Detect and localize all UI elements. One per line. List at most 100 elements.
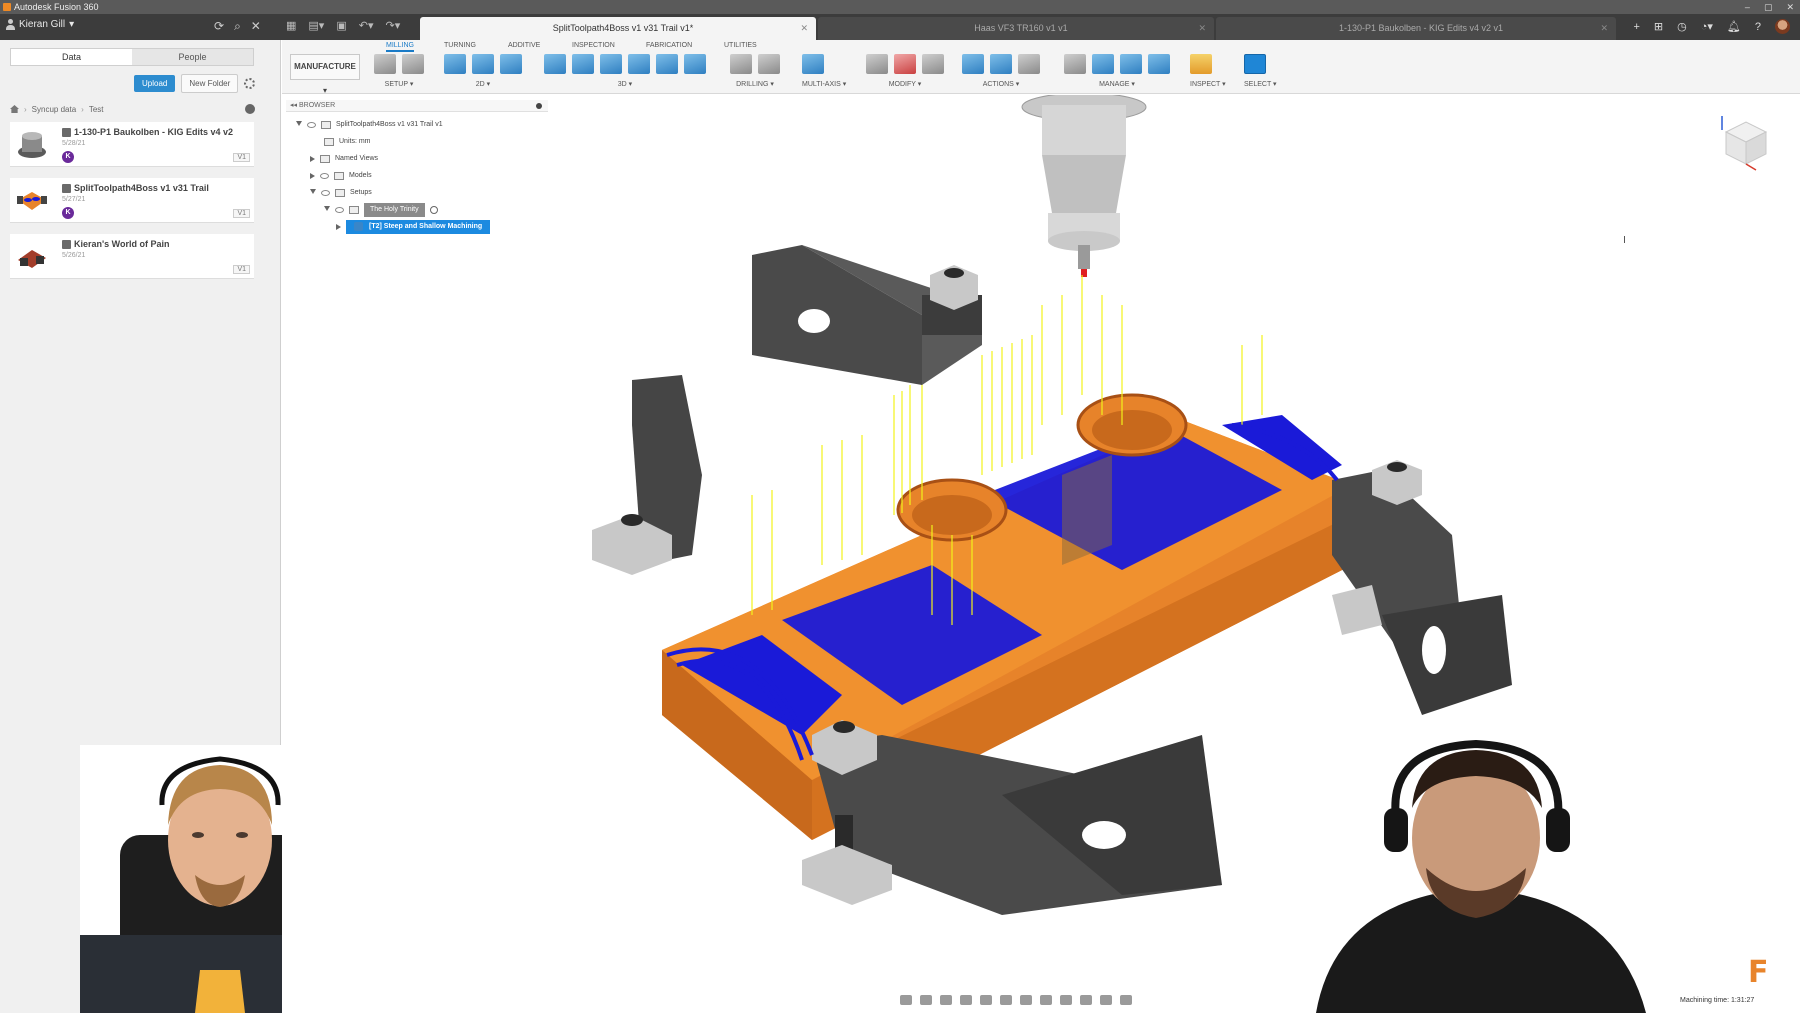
tab-document[interactable]: Haas VF3 TR160 v1 v1 ✕ [818,17,1214,40]
orbit-icon[interactable] [900,995,912,1005]
tree-setup[interactable]: The Holy Trinity [324,203,438,217]
expand-icon[interactable] [310,173,315,179]
delete-icon[interactable] [894,54,916,74]
tool-library-icon[interactable] [922,54,944,74]
tab-document[interactable]: 1-130-P1 Baukolben - KIG Edits v4 v2 v1 … [1216,17,1616,40]
version-badge[interactable]: V1 [233,209,250,218]
tab-turning[interactable]: TURNING [444,42,476,49]
maximize-icon[interactable]: ▢ [1764,0,1773,14]
setup-sheet-icon[interactable] [402,54,424,74]
look-at-icon[interactable] [920,995,932,1005]
face-icon[interactable] [500,54,522,74]
hole-recognition-icon[interactable] [758,54,780,74]
group-label[interactable]: ACTIONS ▾ [962,80,1040,88]
expand-icon[interactable] [310,156,315,162]
fit-icon[interactable] [980,995,992,1005]
expand-icon[interactable] [296,121,302,129]
file-icon[interactable]: ▤▾ [308,19,324,32]
group-label[interactable]: SETUP ▾ [374,80,424,88]
job-status-icon[interactable]: ◷ [1677,20,1687,33]
browser-header[interactable]: ◂◂ BROWSER [286,100,548,112]
bell-icon[interactable]: 🔔︎ [1727,20,1741,33]
list-item[interactable]: Kieran's World of Pain 5/26/21 V1 [10,234,254,279]
filter-icon[interactable] [1120,995,1132,1005]
tab-fabrication[interactable]: FABRICATION [646,42,692,49]
effects-icon[interactable] [1100,995,1112,1005]
eye-icon[interactable] [320,173,329,179]
target-icon[interactable] [429,206,438,214]
minimize-icon[interactable]: – [1745,0,1750,14]
pocket-clearing-icon[interactable] [572,54,594,74]
tool-library-manage-icon[interactable] [1064,54,1086,74]
list-item[interactable]: 1-130-P1 Baukolben - KIG Edits v4 v2 5/2… [10,122,254,167]
stock-display-icon[interactable] [1080,995,1092,1005]
simulate-icon[interactable] [962,54,984,74]
trim-icon[interactable] [866,54,888,74]
pin-icon[interactable] [536,103,542,109]
tab-data[interactable]: Data [11,49,132,65]
workspace-switcher[interactable]: MANUFACTURE ▾ [290,54,360,95]
scallop-icon[interactable] [656,54,678,74]
breadcrumb-item[interactable]: Syncup data [32,105,76,114]
home-icon[interactable] [10,105,19,113]
tree-operation[interactable]: [T2] Steep and Shallow Machining [336,220,491,234]
sync-status-icon[interactable] [245,104,255,114]
save-icon[interactable]: ▣ [336,19,346,32]
expand-icon[interactable] [310,189,316,197]
version-badge[interactable]: V1 [233,265,250,274]
tab-additive[interactable]: ADDITIVE [508,42,540,49]
account-menu[interactable]: Kieran Gill ▾ [6,19,74,30]
close-icon[interactable]: ✕ [251,19,261,34]
pan-icon[interactable] [940,995,952,1005]
measure-icon[interactable] [1190,54,1212,74]
machine-library-icon[interactable] [1092,54,1114,74]
close-window-icon[interactable]: ✕ [1786,0,1794,14]
breadcrumb-item[interactable]: Test [89,105,104,114]
tab-close-icon[interactable]: ✕ [1198,17,1206,39]
post-library-icon[interactable] [1120,54,1142,74]
contour-icon[interactable] [684,54,706,74]
adaptive-2d-icon[interactable] [444,54,466,74]
pocket-2d-icon[interactable] [472,54,494,74]
template-library-icon[interactable] [1148,54,1170,74]
gear-icon[interactable] [244,78,256,89]
tab-close-icon[interactable]: ✕ [800,17,808,39]
tab-people[interactable]: People [132,49,253,65]
version-badge[interactable]: V1 [233,153,250,162]
eye-icon[interactable] [335,207,344,213]
view-cube[interactable] [1716,112,1776,172]
tab-utilities[interactable]: UTILITIES [724,42,757,49]
parallel-icon[interactable] [628,54,650,74]
steep-shallow-icon[interactable] [600,54,622,74]
clock-icon[interactable]: ◔▾ [1701,20,1713,33]
new-folder-button[interactable]: New Folder [181,74,239,93]
avatar[interactable] [1775,19,1790,34]
select-icon[interactable] [1244,54,1266,74]
undo-icon[interactable]: ↶▾ [359,19,374,32]
drill-icon[interactable] [730,54,752,74]
help-icon[interactable]: ? [1755,21,1761,33]
group-label[interactable]: SELECT ▾ [1244,80,1277,88]
tab-inspection[interactable]: INSPECTION [572,42,615,49]
list-item[interactable]: SplitToolpath4Boss v1 v31 Trail 5/27/21 … [10,178,254,223]
group-label[interactable]: MULTI-AXIS ▾ [802,80,846,88]
group-label[interactable]: INSPECT ▾ [1190,80,1226,88]
tree-setups[interactable]: Setups [310,186,372,200]
grid-settings-icon[interactable] [1020,995,1032,1005]
setup-icon[interactable] [374,54,396,74]
eye-icon[interactable] [321,190,330,196]
tab-milling[interactable]: MILLING [386,42,415,52]
group-label[interactable]: 3D ▾ [544,80,706,88]
refresh-view-icon[interactable] [1060,995,1072,1005]
tab-close-icon[interactable]: ✕ [1600,17,1608,39]
refresh-icon[interactable]: ⟳ [214,19,224,34]
redo-icon[interactable]: ↷▾ [385,19,400,32]
group-label[interactable]: MANAGE ▾ [1064,80,1170,88]
collapse-icon[interactable]: ◂◂ [290,102,297,109]
expand-icon[interactable] [324,206,330,214]
multi-axis-icon[interactable] [802,54,824,74]
viewports-icon[interactable] [1040,995,1052,1005]
display-settings-icon[interactable] [1000,995,1012,1005]
tab-document-active[interactable]: SplitToolpath4Boss v1 v31 Trail v1* ✕ [420,17,816,40]
adaptive-clearing-icon[interactable] [544,54,566,74]
